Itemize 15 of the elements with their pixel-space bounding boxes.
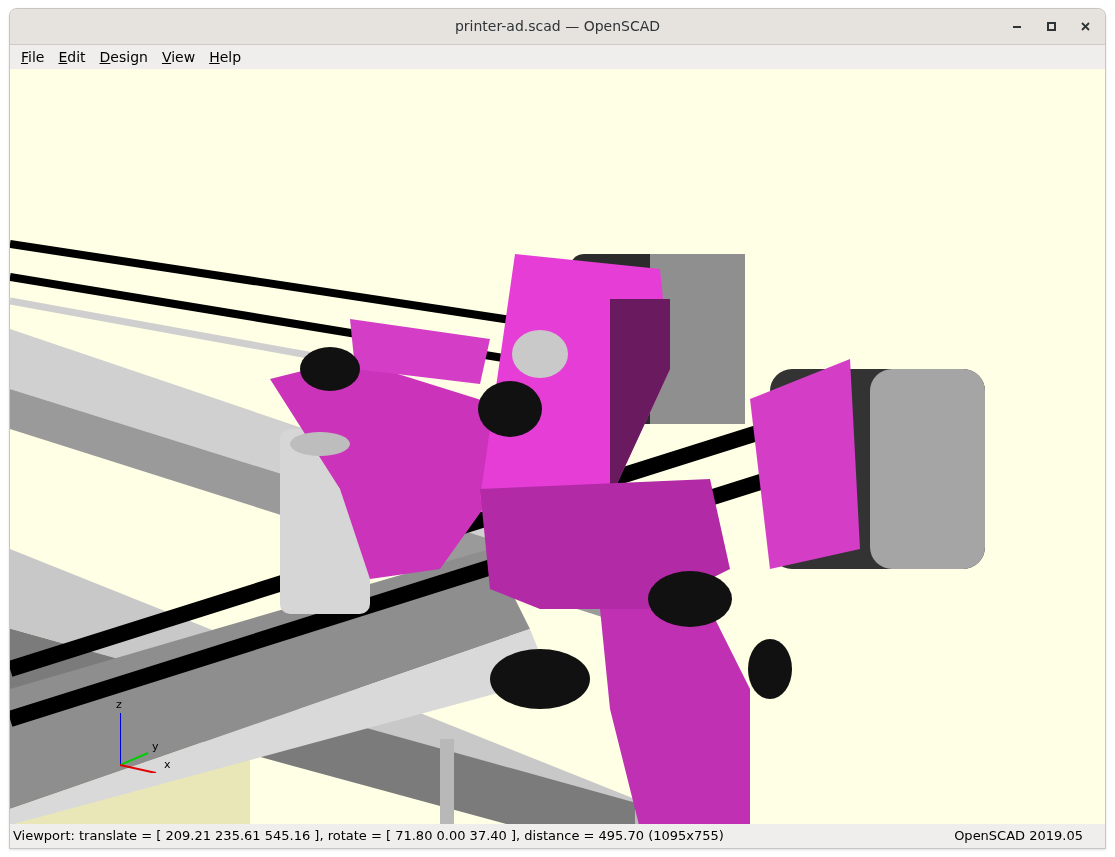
- menu-item[interactable]: Help: [202, 45, 249, 69]
- axis-label: x: [164, 759, 171, 770]
- axis-label: y: [152, 741, 159, 752]
- close-icon: [1080, 22, 1090, 31]
- 3d-viewport[interactable]: x y z: [10, 69, 1105, 824]
- viewport-info: Viewport: translate = [ 209.21 235.61 545.16 ], rotate = [ 71.80 0.00 37.40 ], distance = 495.70 (1095x755): [13, 827, 724, 846]
- window-title: printer-ad.scad — OpenSCAD: [454, 17, 661, 36]
- minimize-icon: [1013, 25, 1021, 28]
- axis-label: z: [116, 699, 122, 710]
- menu-item[interactable]: Edit: [51, 45, 93, 69]
- menu-item[interactable]: View: [154, 45, 203, 69]
- menu-item[interactable]: Design: [92, 45, 155, 69]
- version-label: OpenSCAD 2019.05: [954, 827, 1083, 846]
- menu-item[interactable]: File: [14, 45, 52, 69]
- maximize-icon: [1046, 22, 1056, 31]
